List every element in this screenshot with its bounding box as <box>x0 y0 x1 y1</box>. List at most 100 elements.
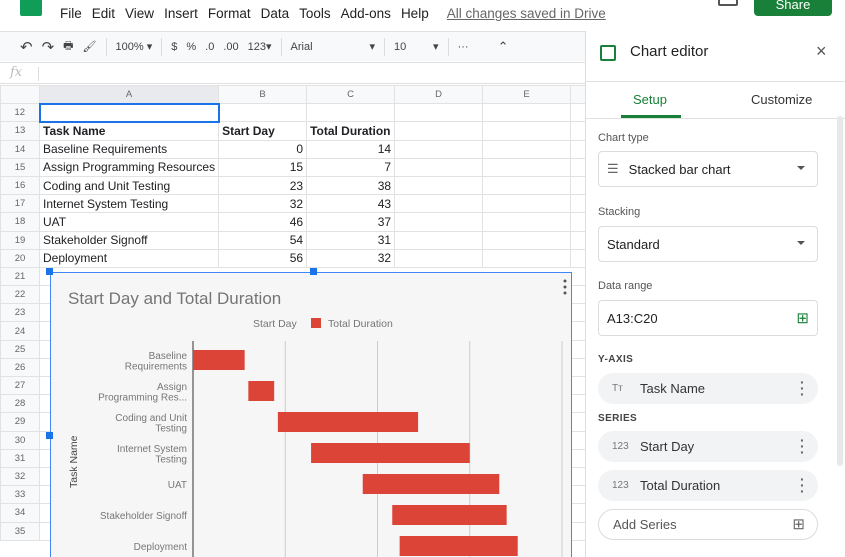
add-series-button[interactable]: Add Series ⊞ <box>598 509 818 540</box>
bar-start-day[interactable] <box>193 505 392 525</box>
more-vert-icon[interactable] <box>563 279 567 283</box>
decrease-decimal-button[interactable]: .0 <box>205 41 214 53</box>
panel-scrollbar[interactable] <box>837 116 843 466</box>
more-vert-icon[interactable]: · · · <box>800 472 805 498</box>
cell[interactable]: Total Duration <box>306 121 396 141</box>
cell[interactable] <box>482 194 572 214</box>
cell[interactable]: 54 <box>218 230 308 250</box>
row-header[interactable]: 16 <box>0 175 40 196</box>
row-header[interactable]: 33 <box>0 485 40 505</box>
cell[interactable]: Stakeholder Signoff <box>38 230 220 250</box>
column-header-a[interactable]: A <box>38 84 220 105</box>
cell[interactable]: 32 <box>218 194 308 214</box>
close-icon[interactable]: × <box>816 41 827 62</box>
cell[interactable]: UAT <box>38 212 220 232</box>
zoom-select[interactable]: 100% ▾ <box>116 40 153 53</box>
menu-file[interactable]: File <box>60 6 82 21</box>
row-header[interactable]: 17 <box>0 194 40 214</box>
row-header[interactable]: 14 <box>0 139 40 159</box>
formula-bar[interactable]: fx <box>0 62 585 84</box>
cell[interactable]: 46 <box>218 212 308 232</box>
row-header[interactable]: 26 <box>0 357 40 378</box>
row-header[interactable]: 29 <box>0 412 40 432</box>
cell[interactable]: 7 <box>306 157 396 177</box>
cell[interactable] <box>394 248 484 268</box>
cell[interactable]: 23 <box>218 175 308 196</box>
menu-format[interactable]: Format <box>208 6 251 21</box>
cell[interactable] <box>38 102 220 123</box>
menu-view[interactable]: View <box>125 6 154 21</box>
series-chip[interactable]: 123 Start Day · · · <box>598 431 818 462</box>
cell[interactable]: Internet System Testing <box>38 194 220 214</box>
row-header[interactable]: 35 <box>0 521 40 541</box>
column-header-b[interactable]: B <box>218 84 308 105</box>
increase-decimal-button[interactable]: .00 <box>223 41 238 53</box>
chevron-down-icon[interactable]: ▾ <box>433 40 439 53</box>
chart-type-select[interactable]: ☰ Stacked bar chart <box>598 151 818 187</box>
menu-tools[interactable]: Tools <box>299 6 331 21</box>
cell[interactable]: Task Name <box>38 121 220 141</box>
cell[interactable] <box>482 212 572 232</box>
row-header[interactable]: 20 <box>0 248 40 268</box>
cell[interactable] <box>482 103 572 123</box>
bar-total-duration[interactable] <box>392 505 507 525</box>
currency-button[interactable]: $ <box>171 41 177 53</box>
cell[interactable]: 0 <box>218 139 308 159</box>
menu-help[interactable]: Help <box>401 6 429 21</box>
corner-cell[interactable] <box>0 84 40 105</box>
bar-start-day[interactable] <box>193 474 363 494</box>
cell[interactable] <box>394 175 484 196</box>
cell[interactable] <box>394 121 484 141</box>
cell[interactable] <box>482 230 572 250</box>
column-header-e[interactable]: E <box>482 84 572 105</box>
row-header[interactable]: 21 <box>0 266 40 287</box>
cell[interactable]: 43 <box>306 194 396 214</box>
cell[interactable] <box>482 175 572 196</box>
row-header[interactable]: 23 <box>0 303 40 323</box>
bar-start-day[interactable] <box>193 536 400 556</box>
comment-icon[interactable] <box>718 0 738 6</box>
more-button[interactable]: ··· <box>458 41 469 53</box>
row-header[interactable]: 30 <box>0 430 40 450</box>
more-vert-icon[interactable]: · · · <box>800 375 805 401</box>
tab-customize[interactable]: Customize <box>751 92 812 107</box>
cell[interactable]: 38 <box>306 175 396 196</box>
cell[interactable] <box>306 103 396 123</box>
cell[interactable] <box>482 121 572 141</box>
column-header-c[interactable]: C <box>306 84 396 105</box>
bar-total-duration[interactable] <box>248 381 275 401</box>
paint-format-icon[interactable]: 🖌 <box>83 40 97 53</box>
series-chip[interactable]: 123 Total Duration · · · <box>598 470 818 501</box>
more-vert-icon[interactable]: · · · <box>800 433 805 459</box>
percent-button[interactable]: % <box>186 41 196 53</box>
cell[interactable]: 32 <box>306 248 396 268</box>
cell[interactable] <box>394 139 484 159</box>
cell[interactable]: Deployment <box>38 248 220 268</box>
column-header-d[interactable]: D <box>394 84 484 105</box>
cell[interactable] <box>394 157 484 177</box>
tab-setup[interactable]: Setup <box>633 92 667 107</box>
y-axis-chip[interactable]: Tт Task Name · · · <box>598 373 818 404</box>
redo-icon[interactable]: ↷ <box>42 38 55 56</box>
menu-insert[interactable]: Insert <box>164 6 198 21</box>
row-header[interactable]: 25 <box>0 339 40 359</box>
cell[interactable] <box>394 230 484 250</box>
undo-icon[interactable]: ↶ <box>20 38 33 56</box>
chart[interactable]: Start Day and Total Duration Start Day Tot… <box>50 272 572 557</box>
data-range-input[interactable]: A13:C20 ⊞ <box>598 300 818 336</box>
cell[interactable] <box>482 157 572 177</box>
row-header[interactable]: 31 <box>0 448 40 468</box>
bar-total-duration[interactable] <box>277 412 419 432</box>
cell[interactable]: Coding and Unit Testing <box>38 175 220 196</box>
row-header[interactable]: 18 <box>0 212 40 232</box>
row-header[interactable]: 13 <box>0 121 40 141</box>
row-header[interactable]: 19 <box>0 230 40 250</box>
cell[interactable]: 14 <box>306 139 396 159</box>
bar-total-duration[interactable] <box>362 474 500 494</box>
row-header[interactable]: 24 <box>0 321 40 341</box>
bar-total-duration[interactable] <box>193 350 245 370</box>
bar-start-day[interactable] <box>193 443 311 463</box>
bar-total-duration[interactable] <box>399 536 518 556</box>
collapse-icon[interactable]: ⌃ <box>498 39 509 55</box>
bar-total-duration[interactable] <box>311 443 470 463</box>
